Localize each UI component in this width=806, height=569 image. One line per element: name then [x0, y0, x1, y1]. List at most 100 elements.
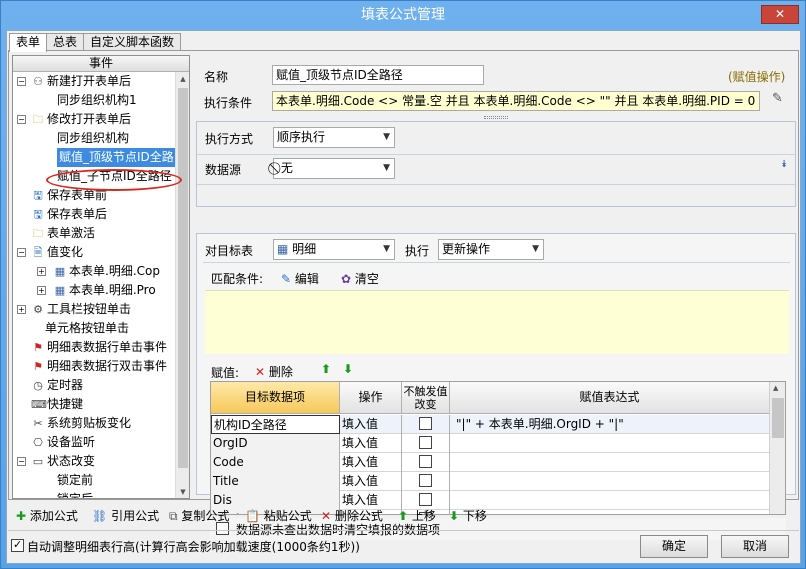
add-formula-button[interactable]: ✚ 添加公式 — [16, 507, 78, 524]
tree-node[interactable]: ✂ 系统剪贴板变化 — [13, 414, 189, 433]
tree-node-label: 快捷键 — [47, 397, 84, 411]
tree-node[interactable]: ⌨ 快捷键 — [13, 395, 189, 414]
tree-node-label: 本表单.明细.Cop — [69, 264, 160, 278]
cell-expression[interactable] — [450, 472, 770, 491]
grid-header-expr[interactable]: 赋值表达式 — [450, 382, 770, 414]
table-row[interactable]: OrgID 填入值 — [211, 434, 785, 453]
grid-scroll-thumb[interactable] — [772, 398, 784, 438]
tree-node[interactable]: 赋值_顶级节点ID全路 — [13, 148, 189, 167]
tree-node[interactable]: 🗀 表单激活 — [13, 224, 189, 243]
move-down-button[interactable]: ⬇ 下移 — [449, 507, 487, 524]
cell-target-field[interactable]: OrgID — [211, 434, 340, 453]
collapse-icon[interactable]: − — [17, 77, 26, 86]
table-row[interactable]: 机构ID全路径 填入值 "|" + 本表单.明细.OrgID + "|" — [211, 415, 785, 434]
tree-node[interactable]: ⚑ 明细表数据行双击事件 — [13, 357, 189, 376]
tree-node[interactable]: ⚑ 明细表数据行单击事件 — [13, 338, 189, 357]
collapse-icon[interactable]: − — [17, 115, 26, 124]
ok-button[interactable]: 确定 — [640, 535, 708, 558]
match-condition-area[interactable] — [205, 290, 789, 354]
grid-header-target[interactable]: 目标数据项 — [211, 382, 340, 414]
cell-target-field[interactable]: Title — [211, 472, 340, 491]
delete-row-button[interactable]: ✕ 删除 — [255, 363, 293, 380]
copy-formula-button[interactable]: ⧉ 复制公式 — [169, 507, 229, 524]
cell-target-field[interactable]: Code — [211, 453, 340, 472]
datasource-value: 无 — [280, 161, 293, 175]
scroll-down-icon[interactable]: ▼ — [178, 486, 188, 498]
grid-header-op[interactable]: 操作 — [340, 382, 402, 414]
autofit-checkbox[interactable]: ✓ — [11, 538, 24, 552]
scroll-up-icon[interactable]: ▲ — [773, 384, 778, 392]
tree-node-label: 修改打开表单后 — [47, 112, 132, 126]
move-down-arrow-icon[interactable]: ⬇ — [343, 362, 353, 376]
delete-label: 删除 — [268, 365, 293, 379]
tree-node[interactable]: − ▭ 状态改变 — [13, 452, 189, 471]
dialog-client: 表单 总表 自定义脚本函数 事件 − ⚇ 新建打开表单后 同步组织机构1− 🗀 修改打开表… — [6, 30, 801, 564]
tree-node[interactable]: 同步组织机构 — [13, 129, 189, 148]
no-trigger-checkbox[interactable] — [419, 474, 432, 487]
cell-expression[interactable]: "|" + 本表单.明细.OrgID + "|" — [450, 415, 770, 434]
tree-node[interactable]: + ▦ 本表单.明细.Cop — [13, 262, 189, 281]
expand-icon[interactable]: + — [37, 267, 46, 276]
exec-mode-select[interactable]: 顺序执行 ▼ — [273, 127, 395, 148]
scroll-up-icon[interactable]: ▲ — [178, 73, 188, 85]
key-icon: ⌨ — [31, 398, 47, 411]
expand-icon[interactable]: + — [17, 305, 26, 314]
tab-form[interactable]: 表单 — [9, 33, 48, 52]
tree-node[interactable]: + ⚙ 工具栏按钮单击 — [13, 300, 189, 319]
tree-node[interactable]: 锁定前 — [13, 471, 189, 490]
move-up-button[interactable]: ⬆ 上移 — [398, 507, 436, 524]
exec-select[interactable]: 更新操作 ▼ — [438, 239, 544, 260]
tree-node[interactable]: 单元格按钮单击 — [13, 319, 189, 338]
tree-node[interactable]: ◷ 定时器 — [13, 376, 189, 395]
close-button[interactable]: ✕ — [761, 5, 799, 24]
no-trigger-checkbox[interactable] — [419, 417, 432, 430]
target-value: 明细 — [292, 242, 317, 256]
tree-scroll-thumb[interactable] — [178, 88, 188, 468]
copy-icon: ⧉ — [169, 509, 178, 523]
condition-input[interactable]: 本表单.明细.Code <> 常量.空 并且 本表单.明细.Code <> ""… — [272, 91, 760, 111]
cell-operation[interactable]: 填入值 — [340, 472, 402, 491]
tree-node-label: 单元格按钮单击 — [45, 321, 130, 335]
tab-custom-script[interactable]: 自定义脚本函数 — [83, 33, 182, 51]
tree-node[interactable]: 锁定后 — [13, 490, 189, 498]
tree-node[interactable]: − 🗀 修改打开表单后 — [13, 110, 189, 129]
save-icon: 🖫 — [33, 189, 43, 202]
tree-node[interactable]: 同步组织机构1 — [13, 91, 189, 110]
grid-scrollbar[interactable]: ▲ — [769, 382, 785, 514]
edit-button[interactable]: ✎ 编辑 — [281, 270, 319, 287]
splitter-grip[interactable] — [484, 116, 508, 119]
grid-header-no-trigger[interactable]: 不触发值改变 — [402, 382, 450, 414]
cell-operation[interactable]: 填入值 — [340, 453, 402, 472]
no-trigger-checkbox[interactable] — [419, 455, 432, 468]
table-row[interactable]: Title 填入值 — [211, 472, 785, 491]
ref-formula-button[interactable]: ⛓ 引用公式 — [92, 507, 159, 524]
cell-operation[interactable]: 填入值 — [340, 434, 402, 453]
cell-target-field[interactable]: 机构ID全路径 — [211, 415, 340, 434]
collapse-icon[interactable]: − — [17, 457, 26, 466]
tree-node[interactable]: 🖫 保存表单后 — [13, 205, 189, 224]
cell-expression[interactable] — [450, 434, 770, 453]
chevron-down-icon: ▼ — [532, 244, 539, 254]
collapse-icon[interactable]: − — [17, 248, 26, 257]
tree-node[interactable]: ⎔ 设备监听 — [13, 433, 189, 452]
name-input[interactable]: 赋值_顶级节点ID全路径 — [272, 65, 484, 85]
table-row[interactable]: Code 填入值 — [211, 453, 785, 472]
target-select[interactable]: ▦ 明细 ▼ — [273, 239, 395, 260]
expand-icon[interactable]: + — [37, 286, 46, 295]
tree-node[interactable]: + ▦ 本表单.明细.Pro — [13, 281, 189, 300]
tree-node[interactable]: − ⚇ 新建打开表单后 — [13, 72, 189, 91]
cancel-button[interactable]: 取消 — [721, 535, 789, 558]
cell-operation[interactable]: 填入值 — [340, 415, 402, 434]
paste-formula-button[interactable]: 📋 粘贴公式 — [245, 507, 312, 524]
move-up-arrow-icon[interactable]: ⬆ — [321, 362, 331, 376]
delete-formula-button[interactable]: ✕ 删除公式 — [321, 507, 383, 524]
expand-chevron-icon[interactable]: ⯯ — [781, 159, 787, 170]
tree-scrollbar[interactable]: ▲ ▼ — [175, 72, 189, 498]
clear-button[interactable]: ✿ 清空 — [341, 270, 379, 287]
cell-expression[interactable] — [450, 453, 770, 472]
tree-node[interactable]: − 🗎 值变化 — [13, 243, 189, 262]
tab-summary[interactable]: 总表 — [46, 33, 85, 51]
condition-editor-icon[interactable]: ✎ — [772, 91, 783, 106]
datasource-select[interactable]: ⃠ 无 ▼ — [273, 158, 395, 179]
no-trigger-checkbox[interactable] — [419, 436, 432, 449]
